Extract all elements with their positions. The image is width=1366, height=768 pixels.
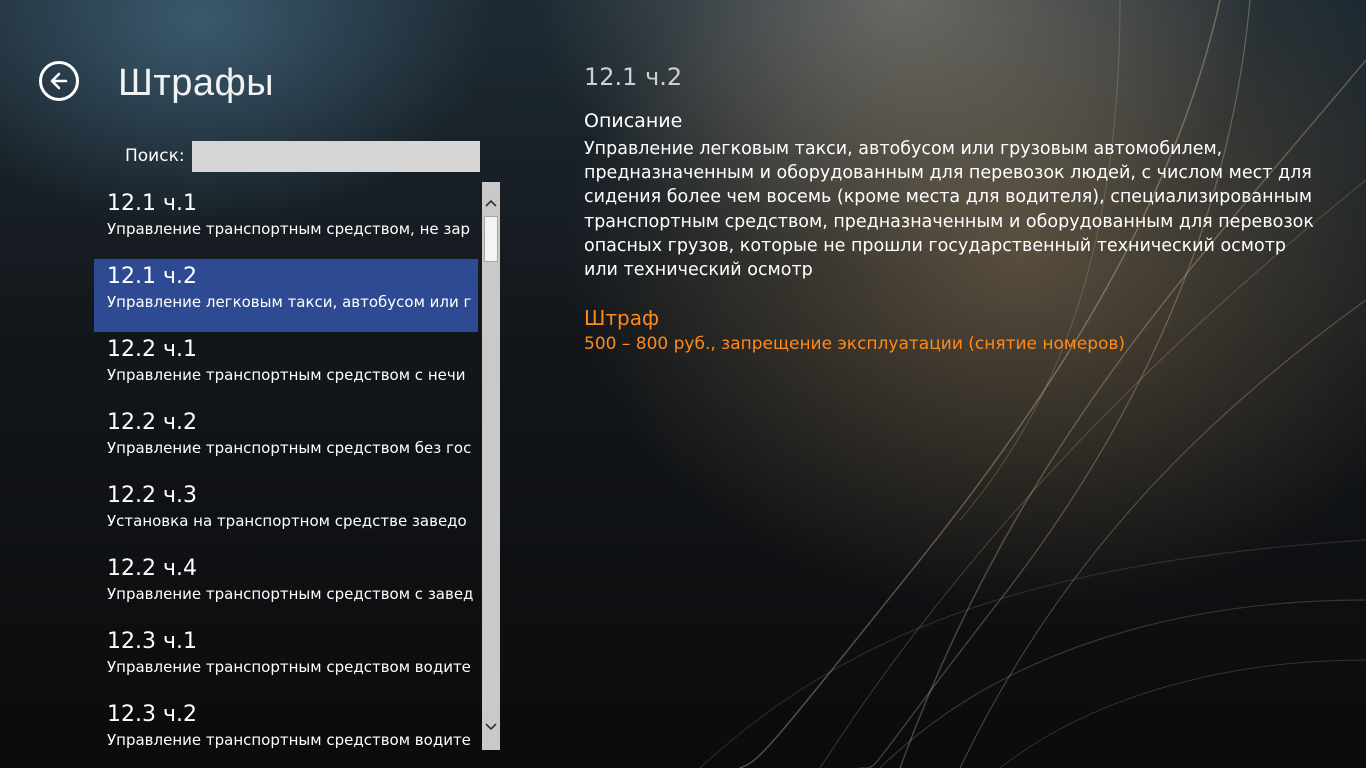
list-item[interactable]: 12.3 ч.2 Управление транспортным средство… [94,697,478,752]
list-item-code: 12.1 ч.2 [107,264,197,289]
list-item[interactable]: 12.2 ч.4 Управление транспортным средство… [94,551,478,624]
search-label: Поиск: [125,146,185,166]
search-input[interactable] [192,141,480,172]
list-item-code: 12.2 ч.3 [107,483,197,508]
chevron-down-icon [485,723,497,731]
list-item[interactable]: 12.2 ч.3 Установка на транспортном средст… [94,478,478,551]
list-item-description: Управление транспортным средством водите [107,731,471,749]
chevron-up-icon [485,199,497,207]
list-item-description: Установка на транспортном средстве завед… [107,512,467,530]
scroll-up-button[interactable] [482,192,500,214]
violation-list: 12.1 ч.1 Управление транспортным средство… [94,186,478,752]
list-item-description: Управление транспортным средством с заве… [107,585,474,603]
list-item-description: Управление транспортным средством без го… [107,439,472,457]
list-item-description: Управление транспортным средством с нечи [107,366,466,384]
list-item[interactable]: 12.3 ч.1 Управление транспортным средство… [94,624,478,697]
description-text: Управление легковым такси, автобусом или… [584,139,1314,281]
list-item-code: 12.2 ч.1 [107,337,197,362]
scroll-thumb[interactable] [484,216,498,262]
description-heading: Описание [584,110,683,132]
list-item[interactable]: 12.1 ч.2 Управление легковым такси, автоб… [94,259,478,332]
list-item-description: Управление транспортным средством водите [107,658,471,676]
scroll-down-button[interactable] [482,716,500,738]
list-item-code: 12.3 ч.1 [107,629,197,654]
list-item-code: 12.1 ч.1 [107,191,197,216]
fine-text: 500 – 800 руб., запрещение эксплуатации … [584,334,1126,354]
list-item-code: 12.2 ч.2 [107,410,197,435]
list-item-description: Управление легковым такси, автобусом или… [107,293,472,311]
fine-heading: Штраф [584,306,660,330]
list-item[interactable]: 12.1 ч.1 Управление транспортным средство… [94,186,478,259]
back-button[interactable] [39,61,79,101]
list-item[interactable]: 12.2 ч.1 Управление транспортным средство… [94,332,478,405]
list-scrollbar[interactable] [482,182,500,750]
list-item[interactable]: 12.2 ч.2 Управление транспортным средство… [94,405,478,478]
list-item-code: 12.3 ч.2 [107,702,197,727]
list-item-code: 12.2 ч.4 [107,556,197,581]
page-title: Штрафы [118,62,275,104]
back-arrow-icon [50,72,68,90]
detail-code: 12.1 ч.2 [584,63,683,91]
list-item-description: Управление транспортным средством, не за… [107,220,471,238]
